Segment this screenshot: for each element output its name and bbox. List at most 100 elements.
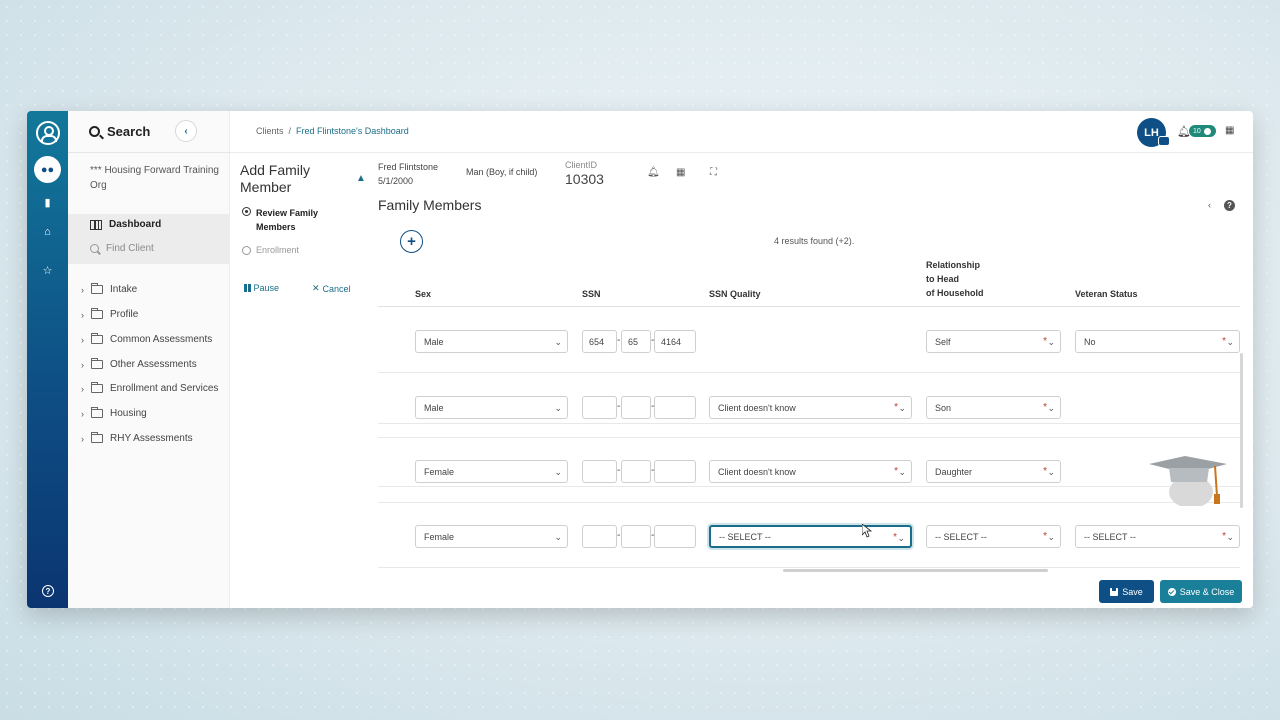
ssn-part3-input[interactable] (654, 396, 696, 419)
folder-icon (91, 358, 103, 369)
relationship-select[interactable]: Son * ⌄ (926, 396, 1061, 419)
wizard-panel: Add Family Member ▲ Review Family Member… (230, 153, 366, 608)
search-label: Search (107, 124, 151, 139)
nav-find-client[interactable]: Find Client (90, 243, 154, 254)
folder-item-rhy-assessments[interactable]: › RHY Assessments (81, 432, 193, 444)
step-current-icon (242, 207, 251, 216)
breadcrumb-clients[interactable]: Clients (256, 126, 284, 136)
home-nav-icon[interactable]: ⌂ (27, 226, 68, 238)
required-marker: * (1222, 531, 1226, 542)
clients-nav-icon[interactable]: ●● (34, 156, 61, 183)
relationship-value: -- SELECT -- (935, 531, 987, 542)
ssn-part1-input[interactable] (582, 396, 617, 419)
relationship-select[interactable]: Self * ⌄ (926, 330, 1061, 353)
sex-select[interactable]: Male ⌄ (415, 330, 568, 353)
ssn-quality-select[interactable]: Client doesn't know * ⌄ (709, 396, 912, 419)
folder-icon (91, 333, 103, 344)
relationship-select[interactable]: Daughter * ⌄ (926, 460, 1061, 483)
search-icon (90, 244, 99, 253)
folder-item-intake[interactable]: › Intake (81, 283, 137, 295)
column-header-relationship-line: to Head (926, 274, 960, 284)
save-label: Save (1122, 586, 1143, 597)
pin-icon[interactable]: ▲ (356, 173, 366, 184)
calendar-icon[interactable]: ▦ (1225, 125, 1234, 136)
folder-label: Housing (110, 408, 147, 419)
chevron-down-icon: ⌄ (1226, 337, 1234, 347)
relationship-select[interactable]: -- SELECT -- * ⌄ (926, 525, 1061, 548)
ssn-quality-select[interactable]: -- SELECT -- * ⌄ (709, 525, 912, 548)
client-id-label: ClientID (565, 160, 598, 170)
section-title: Family Members (378, 197, 482, 213)
chevron-left-icon[interactable]: ‹ (1208, 200, 1211, 210)
chevron-right-icon: › (81, 284, 84, 295)
star-nav-icon[interactable]: ☆ (27, 264, 68, 277)
ssn-part1-input[interactable] (582, 525, 617, 548)
wizard-step-review[interactable]: Review Family Members (242, 206, 336, 234)
pause-button[interactable]: Pause (244, 283, 279, 293)
sex-select[interactable]: Female ⌄ (415, 460, 568, 483)
chevron-right-icon: › (81, 359, 84, 370)
notification-count-badge[interactable]: 10 (1189, 125, 1216, 137)
ssn-part1-input[interactable] (582, 460, 617, 483)
ssn-separator: - (617, 530, 621, 541)
ssn-part3-input[interactable] (654, 460, 696, 483)
sidebar: Search *** Housing Forward Training Org … (68, 111, 230, 608)
sex-select[interactable]: Male ⌄ (415, 396, 568, 419)
veteran-value: No (1084, 336, 1096, 347)
ssn-part2-input[interactable] (621, 396, 651, 419)
column-header-relationship: Relationship to Head of Household (926, 258, 984, 300)
sidebar-search[interactable]: Search (68, 111, 230, 153)
document-nav-icon[interactable]: ▮ (27, 196, 68, 209)
chevron-down-icon: ⌄ (554, 337, 562, 347)
collapse-sidebar-button[interactable]: ‹ (175, 120, 197, 142)
folder-item-housing[interactable]: › Housing (81, 407, 147, 419)
chevron-right-icon: › (81, 408, 84, 419)
breadcrumb-dashboard[interactable]: Fred Flintstone's Dashboard (296, 126, 409, 136)
veteran-select[interactable]: -- SELECT -- * ⌄ (1075, 525, 1240, 548)
nav-dashboard[interactable]: Dashboard (90, 219, 161, 230)
relationship-value: Daughter (935, 466, 973, 477)
folder-item-profile[interactable]: › Profile (81, 308, 138, 320)
app-window: ●● ▮ ⌂ ☆ ? Search *** Housing Forward Tr… (27, 111, 1253, 608)
vertical-scrollbar[interactable] (1240, 353, 1243, 508)
nav-find-client-label: Find Client (106, 243, 154, 254)
ssn-part1-input[interactable]: 654 (582, 330, 617, 353)
ssn-part2-input[interactable] (621, 460, 651, 483)
ssn-part2-input[interactable]: 65 (621, 330, 651, 353)
mouse-cursor-icon (862, 524, 872, 538)
chevron-down-icon: ⌄ (1047, 403, 1055, 413)
sex-select[interactable]: Female ⌄ (415, 525, 568, 548)
required-marker: * (894, 466, 898, 477)
help-icon[interactable]: ? (42, 585, 54, 597)
help-icon[interactable]: ? (1224, 200, 1235, 211)
ssn-part3-input[interactable] (654, 525, 696, 548)
plus-icon[interactable]: + (400, 230, 423, 253)
cancel-button[interactable]: ✕ Cancel (312, 283, 351, 294)
chevron-down-icon: ⌄ (898, 403, 906, 413)
folder-item-enrollment[interactable]: › Enrollment and Services (81, 382, 218, 394)
avatar-badge-icon (1158, 136, 1170, 146)
bell-icon[interactable]: 🔔︎ (647, 167, 660, 178)
folder-item-other-assessments[interactable]: › Other Assessments (81, 358, 197, 370)
chevron-down-icon: ⌄ (554, 403, 562, 413)
expand-icon[interactable]: ⛶ (710, 167, 717, 178)
relationship-value: Son (935, 402, 952, 413)
wizard-step-enrollment[interactable]: Enrollment (242, 245, 299, 255)
client-name: Fred Flintstone (378, 162, 439, 172)
folder-icon (91, 382, 103, 393)
column-header-sex: Sex (415, 289, 432, 299)
calendar-icon[interactable]: ▦ (676, 167, 685, 178)
ssn-quality-select[interactable]: Client doesn't know * ⌄ (709, 460, 912, 483)
ssn-part3-input[interactable]: 4164 (654, 330, 696, 353)
veteran-select[interactable]: No * ⌄ (1075, 330, 1240, 353)
save-icon (1110, 587, 1119, 596)
folder-item-common-assessments[interactable]: › Common Assessments (81, 333, 212, 345)
breadcrumb: Clients / Fred Flintstone's Dashboard (256, 126, 409, 136)
save-and-close-button[interactable]: Save & Close (1160, 580, 1242, 603)
ssn-part2-input[interactable] (621, 525, 651, 548)
save-button[interactable]: Save (1099, 580, 1154, 603)
column-header-veteran: Veteran Status (1075, 289, 1138, 299)
step-label: Review Family Members (256, 208, 319, 232)
cancel-label: Cancel (322, 283, 351, 294)
save-close-label: Save & Close (1179, 586, 1235, 597)
